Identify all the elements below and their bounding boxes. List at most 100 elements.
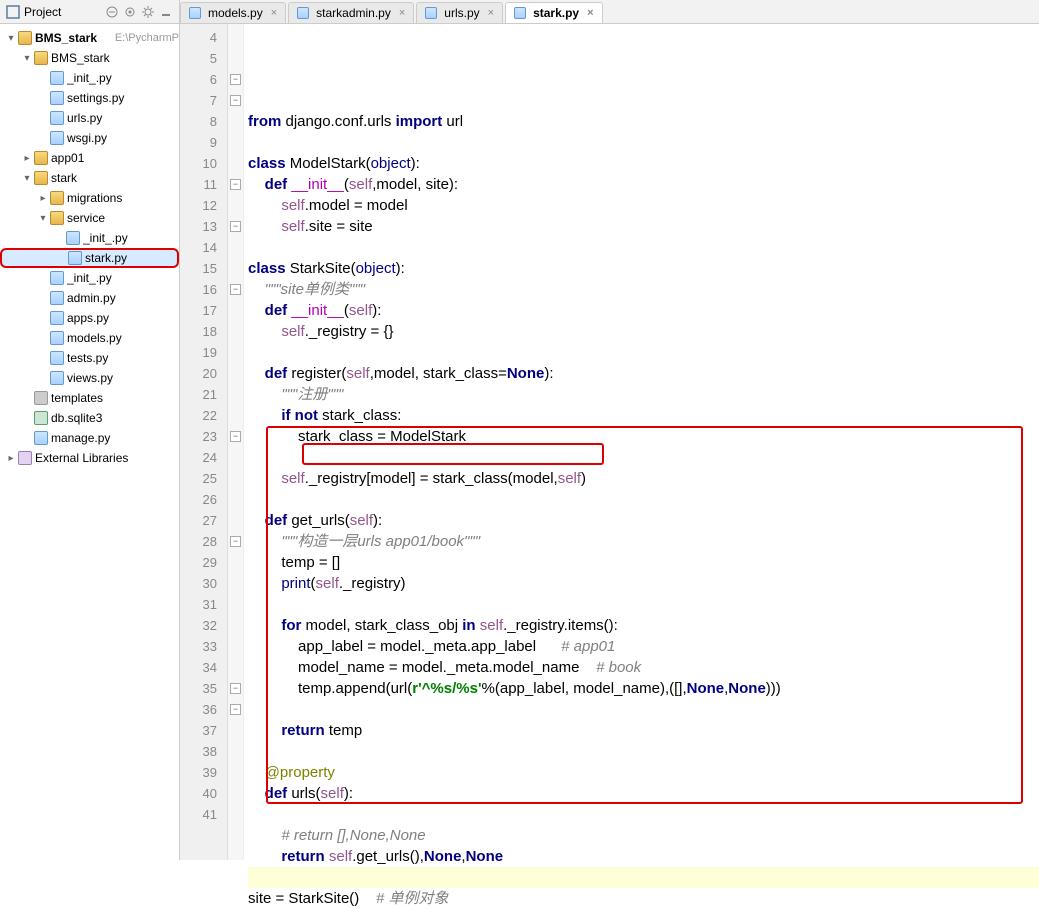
- folder-open-icon: [50, 191, 64, 205]
- project-icon: [6, 5, 20, 19]
- folder-open-icon: [18, 31, 32, 45]
- pyfile-icon: [50, 111, 64, 125]
- line-number: 8: [180, 111, 227, 132]
- code-line[interactable]: from django.conf.urls import url: [248, 111, 1039, 132]
- tree-label: admin.py: [67, 291, 179, 305]
- tree-item-_init_-py[interactable]: _init_.py: [0, 228, 179, 248]
- expand-icon[interactable]: ▾: [20, 173, 34, 184]
- close-icon[interactable]: ×: [587, 7, 593, 19]
- line-number: 16: [180, 279, 227, 300]
- pyfile-icon: [50, 71, 64, 85]
- code-line[interactable]: self._registry = {}: [248, 321, 1039, 342]
- tree-label: manage.py: [51, 431, 179, 445]
- project-tree[interactable]: ▾BMS_starkE:\PycharmP▾BMS_stark _init_.py…: [0, 24, 180, 860]
- code-line[interactable]: site = StarkSite() # 单例对象: [248, 888, 1039, 909]
- target-icon[interactable]: [123, 5, 137, 19]
- tree-item-app01[interactable]: ▸app01: [0, 148, 179, 168]
- line-number: 4: [180, 27, 227, 48]
- code-line[interactable]: self.site = site: [248, 216, 1039, 237]
- code-line[interactable]: class StarkSite(object):: [248, 258, 1039, 279]
- line-number: 23: [180, 426, 227, 447]
- line-number: 11: [180, 174, 227, 195]
- tree-label: tests.py: [67, 351, 179, 365]
- expand-icon[interactable]: ▾: [4, 33, 18, 44]
- code-line[interactable]: return self.get_urls(),None,None: [248, 846, 1039, 867]
- code-line[interactable]: [248, 132, 1039, 153]
- tab-stark-py[interactable]: stark.py ×: [505, 2, 602, 23]
- line-number: 36: [180, 699, 227, 720]
- tree-item-templates[interactable]: templates: [0, 388, 179, 408]
- close-icon[interactable]: ×: [488, 7, 494, 19]
- code-editor[interactable]: 4567891011121314151617181920212223242526…: [180, 24, 1039, 860]
- code-line[interactable]: [248, 237, 1039, 258]
- gutter: 4567891011121314151617181920212223242526…: [180, 24, 228, 860]
- code-line[interactable]: [248, 342, 1039, 363]
- tree-item-stark[interactable]: ▾stark: [0, 168, 179, 188]
- tree-item-service[interactable]: ▾ service: [0, 208, 179, 228]
- code-line[interactable]: """site单例类""": [248, 279, 1039, 300]
- tree-item-tests-py[interactable]: tests.py: [0, 348, 179, 368]
- pyfile-icon: [66, 231, 80, 245]
- tree-item-BMS_stark[interactable]: ▾BMS_starkE:\PycharmP: [0, 28, 179, 48]
- tab-label: starkadmin.py: [316, 6, 391, 20]
- code-line[interactable]: # return [],None,None: [248, 825, 1039, 846]
- tab-urls-py[interactable]: urls.py×: [416, 2, 503, 23]
- line-number: 6: [180, 69, 227, 90]
- line-number: 33: [180, 636, 227, 657]
- tab-label: stark.py: [533, 6, 579, 20]
- tree-item-BMS_stark[interactable]: ▾BMS_stark: [0, 48, 179, 68]
- tree-label: _init_.py: [67, 71, 179, 85]
- minimize-icon[interactable]: [159, 5, 173, 19]
- tree-item-manage-py[interactable]: manage.py: [0, 428, 179, 448]
- tree-item-admin-py[interactable]: admin.py: [0, 288, 179, 308]
- line-number: 28: [180, 531, 227, 552]
- tree-item-db-sqlite3[interactable]: db.sqlite3: [0, 408, 179, 428]
- line-number: 29: [180, 552, 227, 573]
- expand-icon[interactable]: ▾: [20, 53, 34, 64]
- code-line[interactable]: class ModelStark(object):: [248, 153, 1039, 174]
- tree-label: service: [67, 211, 179, 225]
- tab-label: models.py: [208, 6, 263, 20]
- tree-label: _init_.py: [83, 231, 179, 245]
- tree-item-stark-py[interactable]: stark.py: [0, 248, 179, 268]
- expand-icon[interactable]: ▸: [4, 453, 18, 464]
- code-line[interactable]: def __init__(self):: [248, 300, 1039, 321]
- expand-icon[interactable]: ▸: [36, 193, 50, 204]
- code-line[interactable]: if not stark_class:: [248, 405, 1039, 426]
- line-number: 17: [180, 300, 227, 321]
- tree-label: urls.py: [67, 111, 179, 125]
- code-line[interactable]: def register(self,model, stark_class=Non…: [248, 363, 1039, 384]
- tree-item-External Libraries[interactable]: ▸External Libraries: [0, 448, 179, 468]
- tree-item-migrations[interactable]: ▸migrations: [0, 188, 179, 208]
- tree-item-_init_-py[interactable]: _init_.py: [0, 268, 179, 288]
- tree-item-models-py[interactable]: models.py: [0, 328, 179, 348]
- line-number: 14: [180, 237, 227, 258]
- tree-item-views-py[interactable]: views.py: [0, 368, 179, 388]
- code-line[interactable]: self.model = model: [248, 195, 1039, 216]
- line-number: 15: [180, 258, 227, 279]
- tab-starkadmin-py[interactable]: starkadmin.py ×: [288, 2, 414, 23]
- code-line[interactable]: [248, 804, 1039, 825]
- close-icon[interactable]: ×: [399, 7, 405, 19]
- collapse-icon[interactable]: [105, 5, 119, 19]
- line-number: 27: [180, 510, 227, 531]
- python-file-icon: [425, 7, 437, 19]
- tree-item-wsgi-py[interactable]: wsgi.py: [0, 128, 179, 148]
- line-number: 5: [180, 48, 227, 69]
- expand-icon[interactable]: ▾: [36, 213, 50, 224]
- expand-icon[interactable]: ▸: [20, 153, 34, 164]
- tree-item-urls-py[interactable]: urls.py: [0, 108, 179, 128]
- tab-models-py[interactable]: models.py ×: [180, 2, 286, 23]
- line-number: 22: [180, 405, 227, 426]
- tree-item-settings-py[interactable]: settings.py: [0, 88, 179, 108]
- tree-item-_init_-py[interactable]: _init_.py: [0, 68, 179, 88]
- tree-item-apps-py[interactable]: apps.py: [0, 308, 179, 328]
- folder-open-icon: [34, 171, 48, 185]
- code-line[interactable]: [248, 867, 1039, 888]
- code-line[interactable]: def __init__(self,model, site):: [248, 174, 1039, 195]
- close-icon[interactable]: ×: [271, 7, 277, 19]
- tree-label: stark.py: [85, 251, 177, 265]
- code-line[interactable]: """注册""": [248, 384, 1039, 405]
- code-area[interactable]: from django.conf.urls import url class Mo…: [228, 24, 1039, 860]
- gear-icon[interactable]: [141, 5, 155, 19]
